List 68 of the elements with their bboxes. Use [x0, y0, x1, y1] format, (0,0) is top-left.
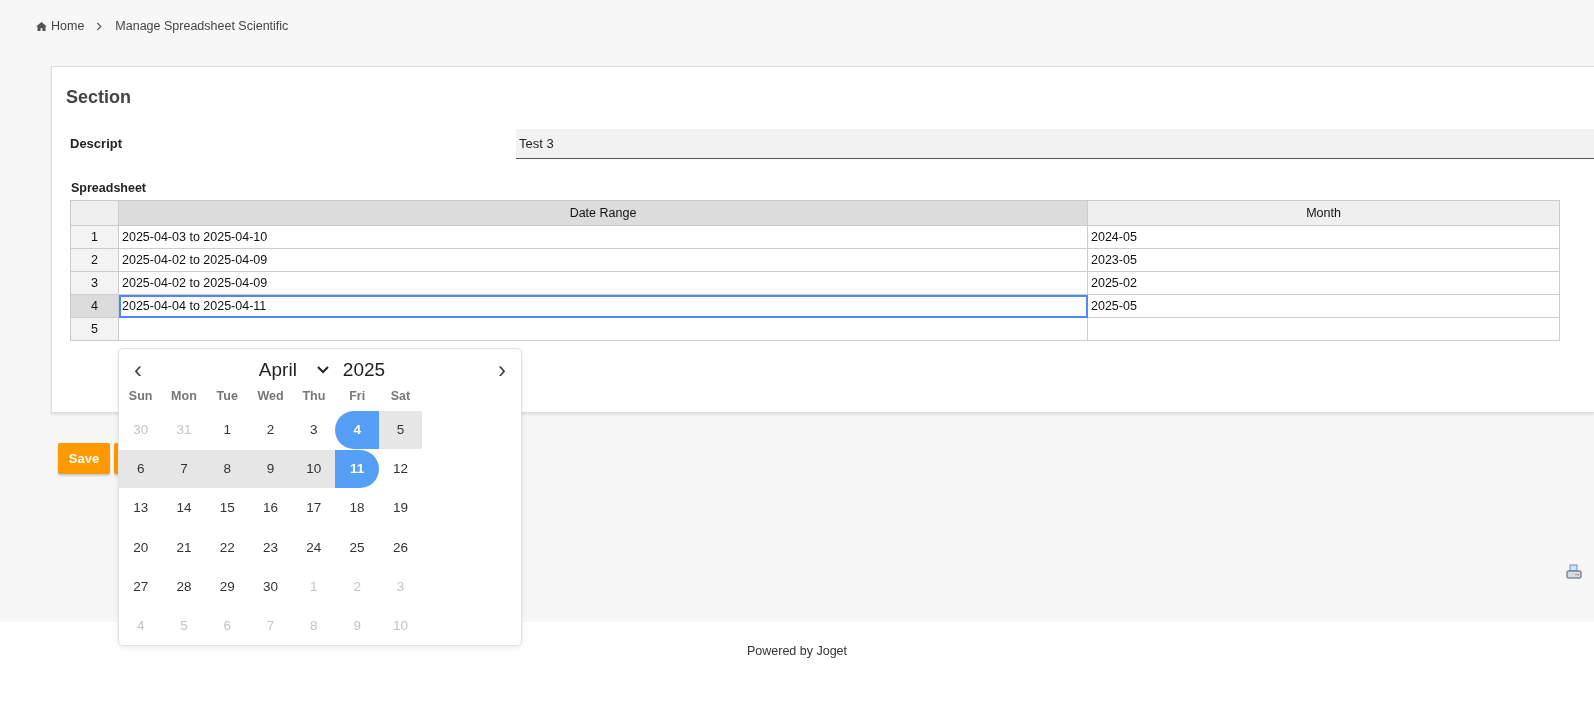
- column-header[interactable]: Date Range: [118, 200, 1088, 226]
- calendar-day[interactable]: 15: [205, 489, 249, 528]
- year-field[interactable]: 2025: [342, 355, 386, 385]
- table-cell[interactable]: 2025-04-03 to 2025-04-10: [118, 225, 1088, 249]
- calendar-day[interactable]: 19: [378, 489, 423, 528]
- calendar-day[interactable]: 10: [292, 450, 336, 489]
- chevron-right-icon: [96, 21, 104, 31]
- calendar-day[interactable]: 29: [205, 567, 249, 606]
- calendar-day[interactable]: 6: [119, 450, 163, 489]
- row-number[interactable]: 3: [70, 271, 119, 295]
- home-link[interactable]: Home: [36, 16, 85, 36]
- calendar-day[interactable]: 28: [162, 567, 206, 606]
- corner-cell: [70, 200, 119, 226]
- calendar-day[interactable]: 2: [248, 411, 293, 449]
- row-number[interactable]: 1: [70, 225, 119, 249]
- field-label: Descript: [69, 134, 124, 153]
- row-number[interactable]: 2: [70, 248, 119, 272]
- text-field[interactable]: Test 3: [516, 128, 1594, 159]
- weekday-label: Wed: [256, 388, 285, 405]
- calendar-day[interactable]: 1: [205, 411, 249, 449]
- calendar-day[interactable]: 16: [248, 489, 293, 528]
- table-cell[interactable]: 2023-05: [1087, 248, 1560, 272]
- calendar-day[interactable]: 18: [335, 489, 379, 528]
- calendar-day[interactable]: 23: [248, 528, 293, 567]
- row-number[interactable]: 5: [70, 317, 119, 341]
- weekday-label: Thu: [301, 388, 327, 405]
- next-month-button[interactable]: ›: [491, 358, 513, 382]
- table-cell[interactable]: 2025-04-02 to 2025-04-09: [118, 248, 1088, 272]
- section-title: Section: [66, 87, 132, 109]
- calendar-day[interactable]: 8: [205, 450, 249, 489]
- spreadsheet-label: Spreadsheet: [70, 179, 148, 197]
- row-number[interactable]: 4: [70, 294, 119, 318]
- month-dropdown[interactable]: April: [254, 355, 333, 385]
- column-header[interactable]: Month: [1087, 200, 1560, 226]
- calendar-day[interactable]: 30: [248, 567, 293, 606]
- calendar-day[interactable]: 25: [335, 528, 379, 567]
- printer-icon[interactable]: [1566, 564, 1582, 580]
- table-cell[interactable]: 2024-05: [1087, 225, 1560, 249]
- weekday-label: Sat: [389, 388, 412, 405]
- weekday-label: Tue: [215, 388, 239, 405]
- calendar-day[interactable]: 3: [292, 411, 336, 449]
- calendar-day[interactable]: 20: [119, 528, 163, 567]
- table-cell[interactable]: 2025-05: [1087, 294, 1560, 318]
- weekday-label: Mon: [170, 388, 198, 405]
- calendar-day[interactable]: 13: [119, 489, 163, 528]
- chevron-down-icon: [316, 366, 329, 374]
- weekday-label: Sun: [127, 388, 154, 405]
- weekday-label: Fri: [348, 388, 367, 405]
- footer-text: Powered by Joget: [746, 644, 848, 658]
- previous-month-button[interactable]: ‹: [127, 358, 149, 382]
- house-icon: [36, 21, 47, 31]
- calendar-day[interactable]: 7: [162, 450, 206, 489]
- calendar-day[interactable]: 5: [378, 411, 423, 449]
- table-cell[interactable]: 2025-04-02 to 2025-04-09: [118, 271, 1088, 295]
- calendar-day[interactable]: 17: [292, 489, 336, 528]
- table-cell[interactable]: 2025-02: [1087, 271, 1560, 295]
- calendar-day[interactable]: 24: [292, 528, 336, 567]
- calendar-day[interactable]: 9: [248, 450, 293, 489]
- home-label[interactable]: Home: [51, 16, 85, 36]
- calendar-day[interactable]: 22: [205, 528, 249, 567]
- calendar-day[interactable]: 27: [119, 567, 163, 606]
- calendar-day[interactable]: 14: [162, 489, 206, 528]
- breadcrumb-current: Manage Spreadsheet Scientific: [115, 17, 289, 35]
- empty-cell[interactable]: [1087, 317, 1560, 341]
- calendar-day[interactable]: 26: [378, 528, 423, 567]
- table-cell[interactable]: 2025-04-04 to 2025-04-11: [118, 294, 1088, 318]
- calendar-day[interactable]: 12: [378, 450, 423, 489]
- calendar-day[interactable]: 21: [162, 528, 206, 567]
